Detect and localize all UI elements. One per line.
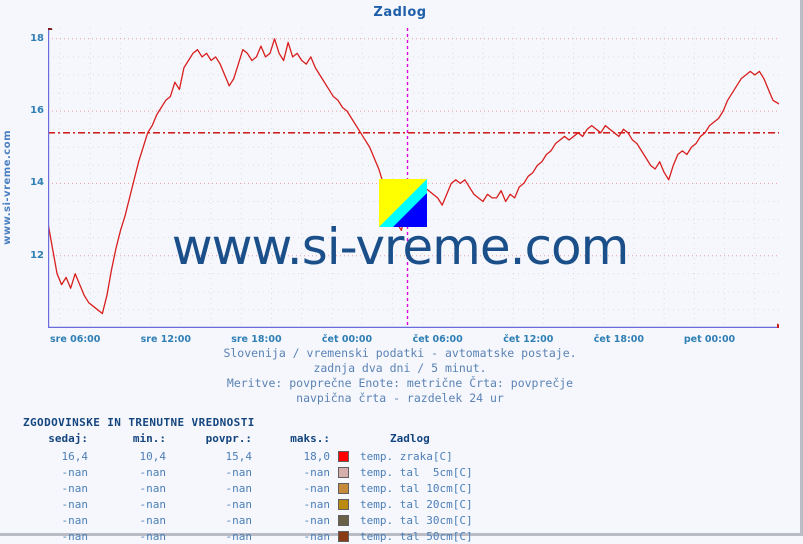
col-header-min: min.: [132, 432, 166, 445]
legend-label: temp. zraka[C] [360, 449, 453, 463]
table-body: 16,4 10,4 15,4 18,0 temp. zraka[C] -nan -nan -n… [10, 448, 473, 544]
y-tick-label: 18 [30, 32, 44, 44]
y-tick-label: 16 [30, 105, 44, 117]
cell-maks: 18,0 [303, 449, 331, 463]
table-row: -nan -nan -nan -nan temp. tal 5cm[C] [10, 464, 473, 480]
caption-line-2: zadnja dva dni / 5 minut. [313, 361, 487, 375]
legend-label: temp. tal 30cm[C] [360, 513, 473, 527]
cell-povpr: -nan [225, 513, 253, 527]
cell-povpr: -nan [225, 497, 253, 511]
cell-povpr: -nan [225, 481, 253, 495]
swatch-icon [337, 499, 349, 510]
cell-povpr: -nan [225, 529, 253, 543]
table-row: -nan -nan -nan -nan temp. tal 50cm[C] [10, 528, 473, 544]
swatch-icon [337, 531, 349, 542]
legend-color-swatch [330, 496, 356, 512]
cell-min: -nan [139, 465, 167, 479]
caption-line-4: navpična črta - razdelek 24 ur [296, 391, 504, 405]
swatch-icon [337, 483, 349, 494]
cell-sedaj: -nan [61, 513, 89, 527]
swatch-icon [337, 451, 349, 462]
x-tick-label: sre 06:00 [50, 334, 101, 345]
legend-color-swatch [330, 464, 356, 480]
col-header-sedaj: sedaj: [48, 432, 88, 445]
page-title: Zadlog [373, 5, 427, 20]
legend-color-swatch [330, 480, 356, 496]
caption-line-1: Slovenija / vremenski podatki - avtomats… [223, 346, 577, 360]
swatch-icon [337, 467, 349, 478]
table-title: ZGODOVINSKE IN TRENUTNE VREDNOSTI [23, 416, 255, 429]
chart-plot-area [48, 28, 779, 328]
cell-min: -nan [139, 481, 167, 495]
col-header-station: Zadlog [390, 432, 430, 445]
cell-sedaj: 16,4 [61, 449, 89, 463]
legend-label: temp. tal 20cm[C] [360, 497, 473, 511]
chart-svg [48, 28, 779, 328]
cell-povpr: -nan [225, 465, 253, 479]
cell-sedaj: -nan [61, 497, 89, 511]
table-row: -nan -nan -nan -nan temp. tal 20cm[C] [10, 496, 473, 512]
cell-min: -nan [139, 497, 167, 511]
cell-povpr: 15,4 [225, 449, 253, 463]
cell-maks: -nan [303, 465, 331, 479]
cell-maks: -nan [303, 481, 331, 495]
table-row: -nan -nan -nan -nan temp. tal 30cm[C] [10, 512, 473, 528]
chart-page: Zadlog www.si-vreme.com 12 14 16 18 sre 06:… [0, 0, 800, 543]
table-row: -nan -nan -nan -nan temp. tal 10cm[C] [10, 480, 473, 496]
cell-sedaj: -nan [61, 465, 89, 479]
col-header-povpr: povpr.: [205, 432, 252, 445]
x-tick-label: čet 18:00 [593, 334, 644, 345]
cell-min: 10,4 [139, 449, 167, 463]
cell-maks: -nan [303, 529, 331, 543]
cell-maks: -nan [303, 513, 331, 527]
cell-maks: -nan [303, 497, 331, 511]
col-header-swatch [330, 432, 356, 448]
legend-label: temp. tal 5cm[C] [360, 465, 473, 479]
summary-table: sedaj: min.: povpr.: maks.: Zadlog 16,4 1… [10, 432, 473, 544]
x-tick-label: čet 00:00 [321, 334, 373, 345]
legend-label: temp. tal 10cm[C] [360, 481, 473, 495]
y-axis: 12 14 16 18 [0, 28, 44, 328]
values-table: ZGODOVINSKE IN TRENUTNE VREDNOSTI sedaj:… [10, 416, 790, 544]
legend-color-swatch [330, 448, 356, 464]
y-tick-label: 14 [30, 177, 44, 189]
cell-min: -nan [139, 529, 167, 543]
legend-label: temp. tal 50cm[C] [360, 529, 473, 543]
table-header-row: sedaj: min.: povpr.: maks.: Zadlog [10, 432, 473, 448]
cell-sedaj: -nan [61, 481, 89, 495]
x-tick-label: sre 18:00 [231, 334, 282, 345]
cell-min: -nan [139, 513, 167, 527]
x-tick-label: čet 12:00 [503, 334, 554, 345]
legend-color-swatch [330, 528, 356, 544]
caption-line-3: Meritve: povprečne Enote: metrične Črta:… [226, 376, 574, 390]
x-tick-label: pet 00:00 [683, 334, 736, 345]
x-tick-label: sre 12:00 [140, 334, 191, 345]
table-row: 16,4 10,4 15,4 18,0 temp. zraka[C] [10, 448, 473, 464]
center-watermark: www.si-vreme.com [171, 218, 630, 276]
col-header-maks: maks.: [290, 432, 330, 445]
x-tick-label: čet 06:00 [412, 334, 463, 345]
legend-color-swatch [330, 512, 356, 528]
swatch-icon [337, 515, 349, 526]
cell-sedaj: -nan [61, 529, 89, 543]
